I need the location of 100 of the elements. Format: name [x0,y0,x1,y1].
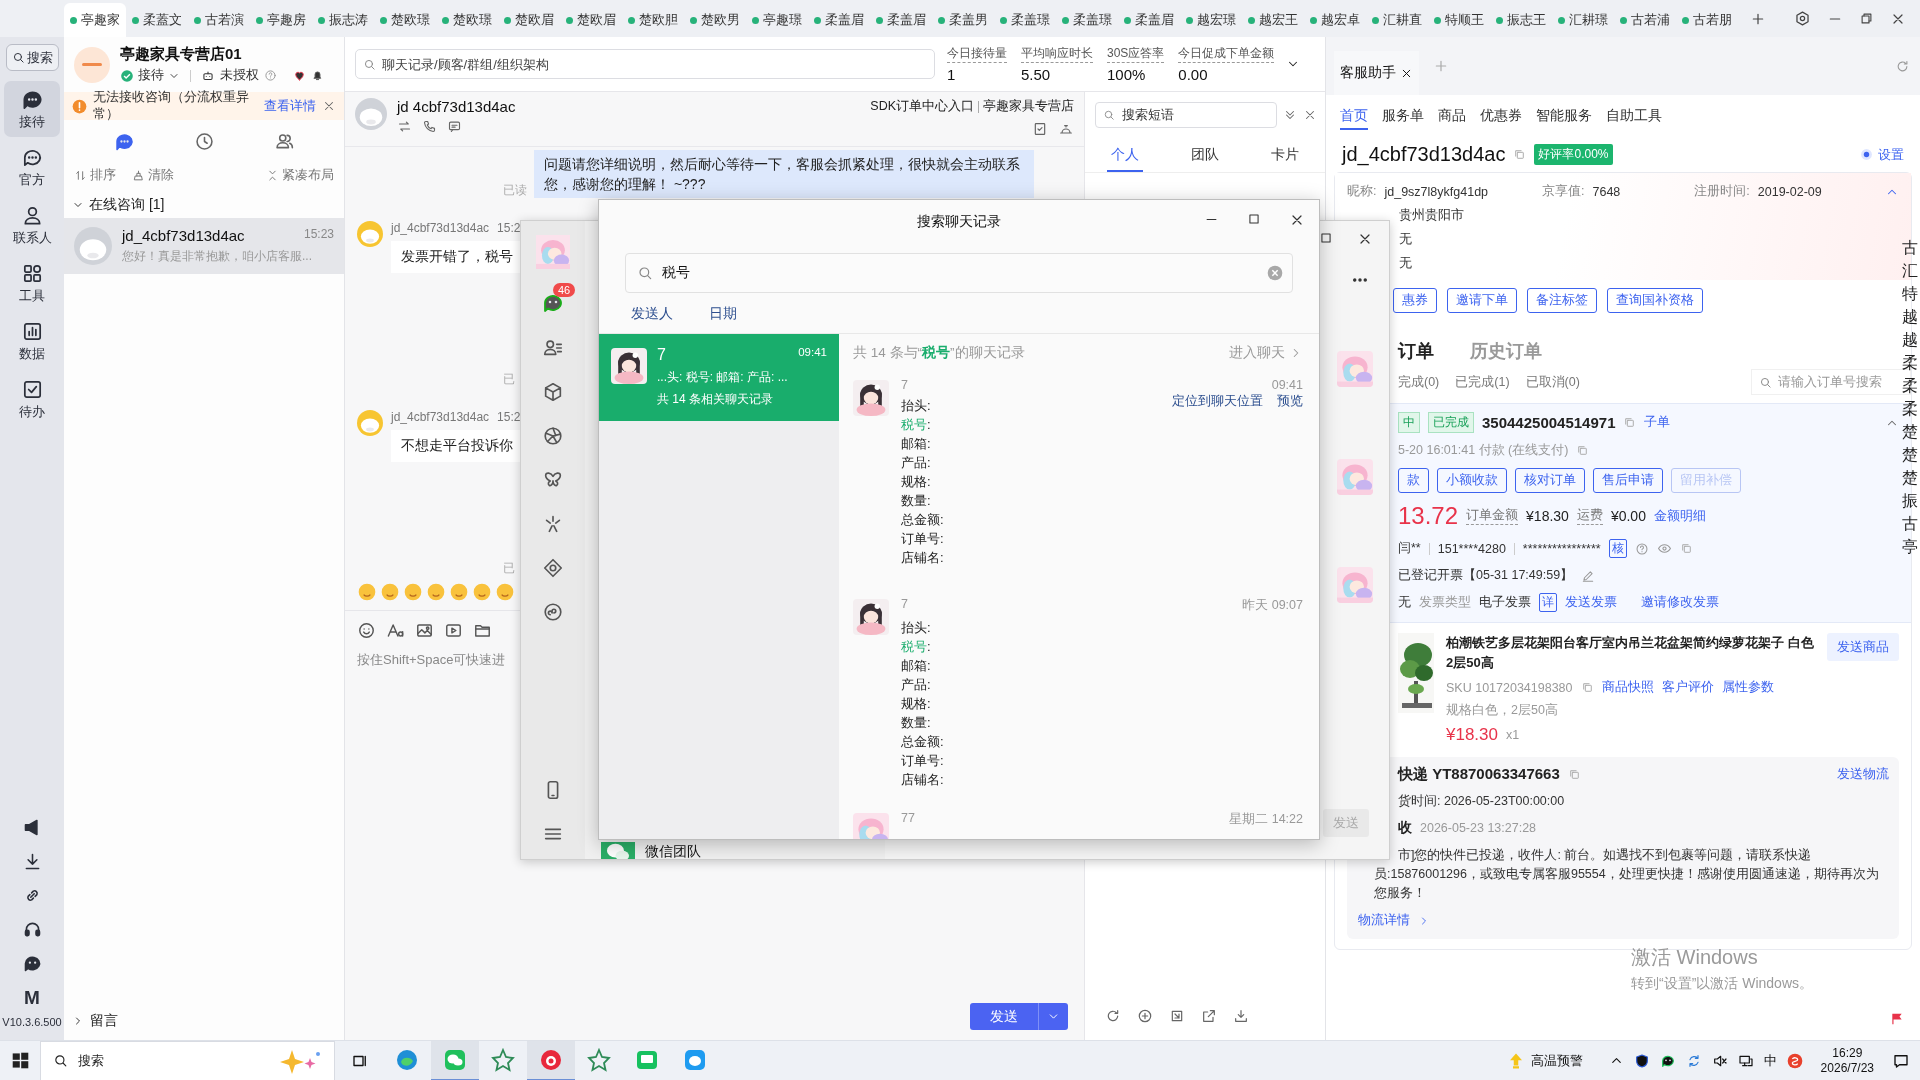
account-tab[interactable]: 柔盖璟 [1056,3,1118,37]
list-item[interactable]: 汇 [1902,259,1920,282]
filter-tab[interactable]: 已取消(0) [1525,373,1580,391]
clock[interactable]: 16:29 2026/7/23 [1820,1045,1874,1076]
nav-item[interactable]: 官方 [4,139,60,195]
list-item[interactable]: 楚 [1902,420,1920,443]
panel-tab[interactable]: 客服助手 [1334,51,1419,95]
nav-item[interactable]: 联系人 [4,197,60,253]
send-product-button[interactable]: 发送商品 [1827,633,1899,661]
list-item[interactable]: 越 [1902,328,1920,351]
account-tab[interactable]: 柔盖眉 [1118,3,1180,37]
header-link[interactable]: SDK订单中心入口 [870,98,974,115]
account-tab[interactable]: 柔盖眉 [870,3,932,37]
filter-link[interactable]: 日期 [709,305,737,323]
nav-item[interactable]: 数据 [4,313,60,369]
send-invoice-link[interactable]: 发送发票 [1565,594,1617,611]
nav-tab[interactable]: 自助工具 [1606,100,1662,130]
result-action-link[interactable]: 预览 [1277,392,1303,410]
toolbar-button[interactable]: 紧凑布局 [266,166,334,184]
account-tab[interactable]: 振志王 [1490,3,1552,37]
action-button[interactable]: 备注标签 [1527,288,1597,313]
account-tab[interactable]: 柔盖眉 [808,3,870,37]
result-action-link[interactable]: 定位到聊天位置 [1172,392,1263,410]
list-item[interactable]: 古 [1902,236,1920,259]
details-link[interactable]: 查看详情 [264,97,316,115]
action-button[interactable]: 查询国补资格 [1607,288,1703,313]
conversation-item[interactable]: jd_4cbf73d13d4ac 15:23 您好！真是非常抱歉，咱小店客服... [64,218,344,274]
account-tab[interactable]: 楚欧璟 [374,3,436,37]
list-item[interactable]: 振 [1902,489,1920,512]
search-field[interactable]: 搜索短语 [1095,102,1277,128]
phrase-tab[interactable]: 团队 [1187,140,1223,172]
nav-tab[interactable]: 首页 [1340,100,1368,130]
list-item[interactable]: 亭 [1902,535,1920,558]
account-tab[interactable]: 楚欧男 [684,3,746,37]
account-tab[interactable]: 楚欧眉 [498,3,560,37]
account-tab[interactable]: 楚欧胆 [622,3,684,37]
detail-button[interactable]: 详 [1539,593,1557,612]
modify-invoice-link[interactable]: 邀请修改发票 [1641,594,1719,611]
account-tab[interactable]: 越宏璟 [1180,3,1242,37]
list-item[interactable]: 古 [1902,512,1920,535]
list-item[interactable]: 特 [1902,282,1920,305]
list-item[interactable]: 楚 [1902,443,1920,466]
account-tab[interactable]: 古若浦 [1614,3,1676,37]
action-button[interactable]: 售后申请 [1593,468,1663,493]
search-field[interactable]: 聊天记录/顾客/群组/组织架构 [355,49,935,79]
account-tab[interactable]: 柔蓋文 [126,3,188,37]
taskbar-search-field[interactable]: 搜索 [40,1040,335,1080]
account-tab[interactable]: 越宏卓 [1304,3,1366,37]
list-item[interactable]: 越 [1902,305,1920,328]
account-tab[interactable]: 柔盖男 [932,3,994,37]
message-input[interactable]: 按住Shift+Space可快速进 [357,652,515,667]
nav-item[interactable]: 接待 [4,81,60,137]
account-tab[interactable]: 古若演 [188,3,250,37]
filter-link[interactable]: 发送人 [631,305,673,323]
account-tab[interactable]: 汇耕直 [1366,3,1428,37]
section-title[interactable]: 留言 [90,1012,118,1030]
list-item[interactable]: 楚 [1902,466,1920,489]
phrase-tab[interactable]: 卡片 [1267,140,1303,172]
account-tab[interactable]: 亭趣璟 [746,3,808,37]
action-button[interactable]: 邀请下单 [1447,288,1517,313]
phrase-tab[interactable]: 个人 [1107,140,1143,172]
search-field[interactable]: 税号 [625,253,1293,293]
search-button[interactable]: 搜索 [5,44,59,71]
toolbar-button[interactable]: 排序 [74,166,116,184]
toolbar-button[interactable]: 清除 [132,166,174,184]
group-title[interactable]: 在线咨询 [1] [89,196,165,214]
account-tab[interactable]: 振志涛 [312,3,374,37]
action-button[interactable]: 核对订单 [1515,468,1585,493]
input-method[interactable]: 中 [1763,1051,1777,1070]
account-tab[interactable]: 古若朋 [1676,3,1738,37]
product-link[interactable]: 客户评价 [1661,679,1714,696]
send-logistics-link[interactable]: 发送物流 [1837,766,1889,783]
logistics-details-link[interactable]: 物流详情 [1358,912,1410,929]
settings-link[interactable]: 设置 [1860,145,1904,164]
nav-tab[interactable]: 商品 [1438,100,1466,130]
account-tab[interactable]: 楚欧璟 [436,3,498,37]
amount-detail-link[interactable]: 金额明细 [1653,507,1706,525]
nav-item[interactable]: 工具 [4,255,60,311]
nav-tab[interactable]: 服务单 [1382,100,1424,130]
send-button[interactable]: 发送 [970,1003,1038,1030]
account-tab[interactable]: 柔盖璟 [994,3,1056,37]
order-tab[interactable]: 订单 [1398,339,1434,363]
account-tab[interactable]: 特顺王 [1428,3,1490,37]
weather-alert[interactable]: 高温预警 [1530,1051,1583,1070]
action-button[interactable]: 惠券 [1393,288,1437,313]
verify-button[interactable]: 核 [1608,539,1627,558]
action-button[interactable]: 款 [1398,468,1429,493]
sub-order-link[interactable]: 子单 [1644,414,1671,431]
nav-item[interactable]: 待办 [4,371,60,427]
account-tab[interactable]: 汇耕璟 [1552,3,1614,37]
nav-tab[interactable]: 智能服务 [1536,100,1592,130]
header-link[interactable]: 亭趣家具专营店 [983,98,1074,115]
list-item[interactable]: 柔 [1902,397,1920,420]
account-tab[interactable]: 亭趣家 [64,3,126,37]
account-tab[interactable]: 越宏王 [1242,3,1304,37]
nav-tab[interactable]: 优惠券 [1480,100,1522,130]
filter-tab[interactable]: 已完成(1) [1455,373,1510,391]
product-link[interactable]: 属性参数 [1721,679,1774,696]
account-tab[interactable]: 楚欧眉 [560,3,622,37]
status-dropdown[interactable]: 接待 [120,67,180,84]
